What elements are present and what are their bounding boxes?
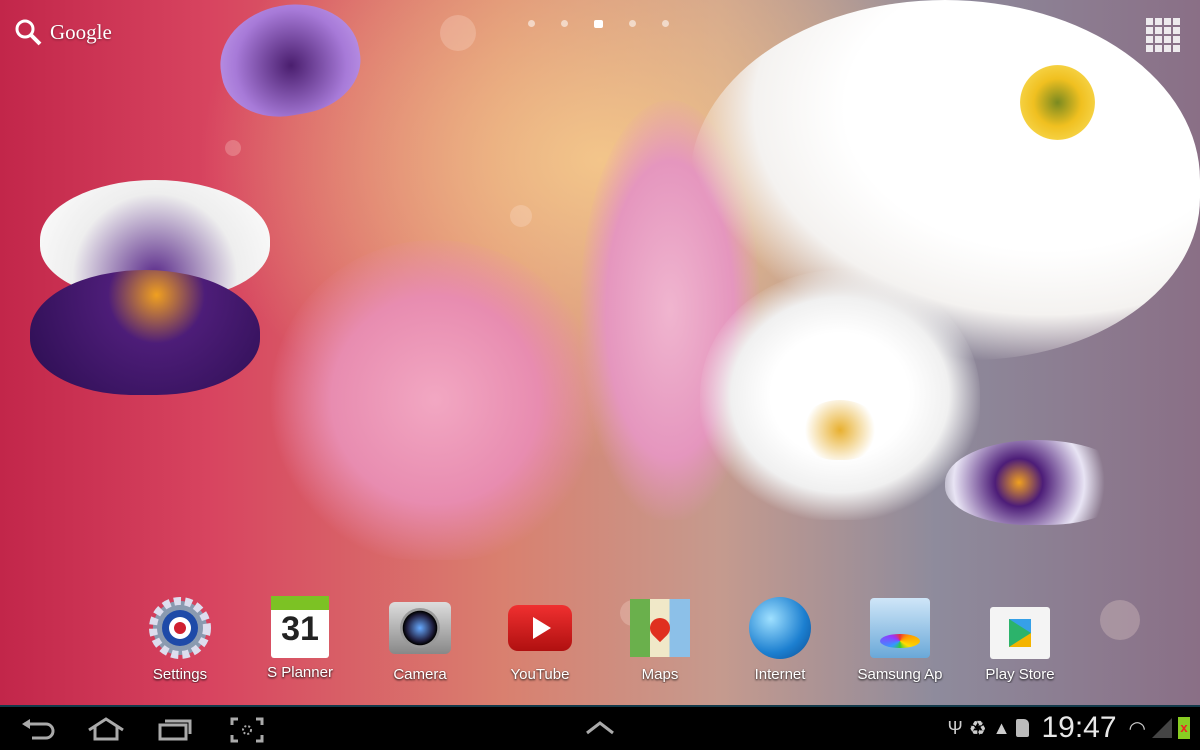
page-indicator[interactable] <box>528 20 669 28</box>
wifi-icon: ◠ <box>1128 717 1146 740</box>
maps-icon <box>628 596 692 660</box>
apps-grid-icon[interactable] <box>1146 18 1180 52</box>
app-maps[interactable]: Maps <box>600 596 720 683</box>
search-icon <box>15 19 42 46</box>
app-internet[interactable]: Internet <box>720 596 840 683</box>
status-area[interactable]: Ψ ♻ ▲ 19:47 ◠ x <box>948 711 1190 745</box>
page-dot-active[interactable] <box>594 20 603 28</box>
settings-icon <box>148 596 212 660</box>
calendar-icon: 31 <box>271 596 329 658</box>
home-icon[interactable] <box>86 717 126 741</box>
calendar-day: 31 <box>281 610 319 648</box>
chevron-up-icon[interactable] <box>585 721 615 735</box>
recycle-icon: ♻ <box>968 717 987 740</box>
recent-apps-icon[interactable] <box>158 717 192 741</box>
page-dot[interactable] <box>662 20 669 27</box>
clock: 19:47 <box>1041 711 1117 744</box>
sim-icon <box>1016 719 1030 737</box>
back-icon[interactable] <box>20 717 56 741</box>
app-play-store[interactable]: Play Store <box>960 596 1080 683</box>
app-settings[interactable]: Settings <box>120 596 240 683</box>
youtube-icon <box>508 596 572 660</box>
page-dot[interactable] <box>629 20 636 27</box>
app-camera[interactable]: Camera <box>360 596 480 683</box>
page-dot[interactable] <box>528 20 535 27</box>
dock: Settings 31 S Planner Camera YouTube Map… <box>120 596 1080 683</box>
google-search-widget[interactable]: Google <box>14 18 112 46</box>
navigation-bar: Ψ ♻ ▲ 19:47 ◠ x <box>0 705 1200 750</box>
play-store-icon <box>988 596 1052 660</box>
search-label: Google <box>50 19 112 44</box>
usb-icon: Ψ <box>947 717 963 738</box>
battery-icon: x <box>1178 717 1190 739</box>
app-youtube[interactable]: YouTube <box>480 596 600 683</box>
screenshot-icon[interactable] <box>230 717 264 743</box>
warning-icon: ▲ <box>992 717 1011 738</box>
signal-icon <box>1152 718 1172 738</box>
app-s-planner[interactable]: 31 S Planner <box>240 596 360 683</box>
page-dot[interactable] <box>561 20 568 27</box>
app-samsung-apps[interactable]: Samsung Ap <box>840 596 960 683</box>
samsung-apps-icon <box>868 596 932 660</box>
camera-icon <box>388 596 452 660</box>
globe-icon <box>748 596 812 660</box>
